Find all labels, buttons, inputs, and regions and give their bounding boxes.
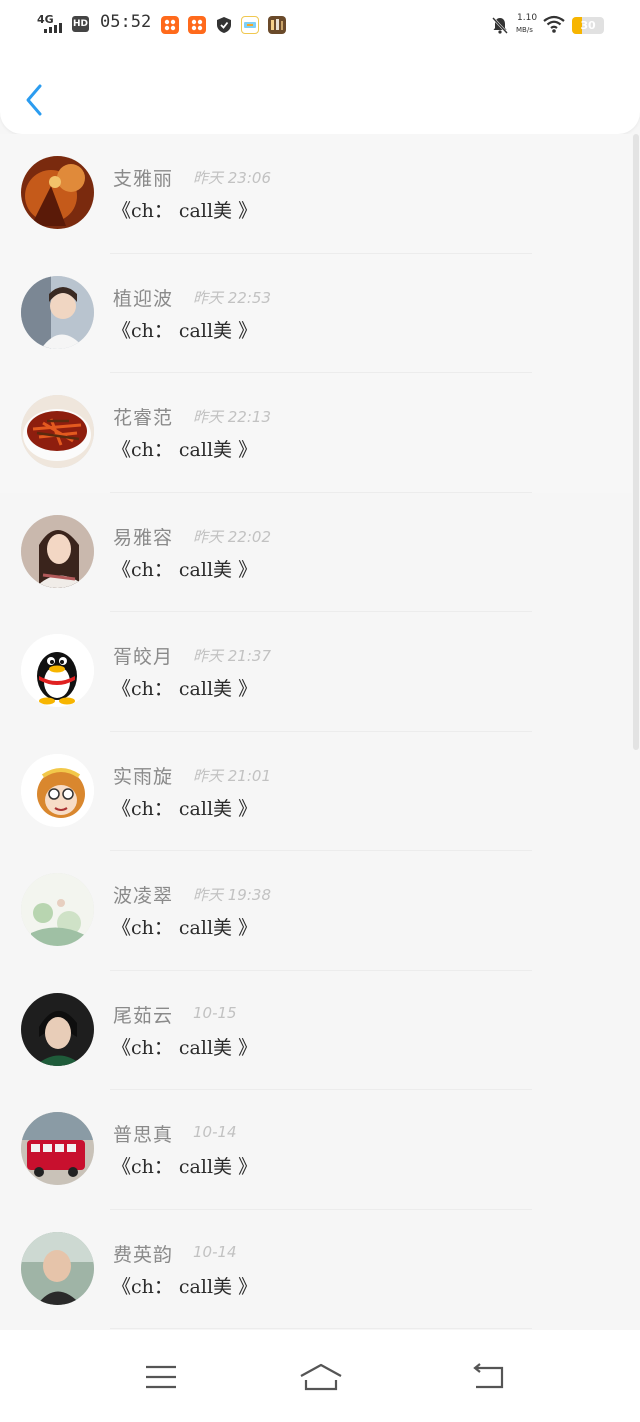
wifi-icon [542,14,566,38]
back-button[interactable] [20,80,50,120]
contact-name: 费英韵 [113,1243,174,1266]
battery-text: 30 [580,19,596,32]
avatar[interactable] [21,156,94,229]
message-time: 10-14 [193,1123,237,1141]
message-preview: 《ch： call美 》 [112,1156,258,1178]
message-preview: 《ch： call美 》 [112,319,258,342]
contact-name: 花睿范 [113,407,174,429]
app-notification-icon [188,16,206,34]
app-notification-icon [161,16,179,34]
list-item[interactable]: 波凌翠 昨天 19:38 《ch： call美 》 [0,851,632,971]
avatar[interactable] [21,275,94,349]
message-preview: 《ch： call美 》 [112,558,258,581]
message-preview: 《ch： call美 》 [112,1036,258,1059]
avatar[interactable] [21,753,94,827]
menu-button[interactable] [142,1362,182,1392]
contact-name: 胥皎月 [113,646,174,668]
message-preview: 《ch： call美 》 [112,200,258,222]
contact-name: 支雅丽 [113,168,174,190]
message-time: 10-14 [193,1242,237,1261]
message-time: 昨天 21:01 [193,766,271,785]
message-time: 10-15 [193,1003,237,1022]
list-item[interactable]: 普思真 10-14 《ch： call美 》 [0,1090,632,1210]
message-time: 昨天 22:53 [193,288,271,307]
mute-icon [490,15,510,39]
status-time: 05:52 [100,12,152,32]
message-preview: 《ch： call美 》 [112,439,258,461]
contact-name: 植迎波 [113,287,174,310]
app-notification-icon [268,16,286,34]
home-icon [300,1363,342,1391]
system-nav-bar [0,1330,640,1422]
conversation-list: 支雅丽 昨天 23:06 《ch： call美 》 植迎波 昨天 22:53 《… [0,134,632,1329]
home-button[interactable] [298,1362,344,1392]
list-item[interactable]: 易雅容 昨天 22:02 《ch： call美 》 [0,493,632,612]
list-item[interactable]: 植迎波 昨天 22:53 《ch： call美 》 [0,253,632,373]
contact-name: 普思真 [113,1124,174,1146]
list-item[interactable]: 胥皎月 昨天 21:37 《ch： call美 》 [0,612,632,732]
avatar[interactable] [21,1112,94,1185]
back-nav-button[interactable] [470,1362,510,1392]
header: 4G HD 05:52 1.10 MB/s 30 [0,0,640,134]
message-time: 昨天 22:13 [193,408,271,426]
shield-icon [215,16,233,34]
net-speed-value: 1.10 [517,13,538,23]
message-time: 昨天 23:06 [193,169,271,187]
avatar[interactable] [21,992,94,1066]
contact-name: 尾茹云 [113,1004,174,1027]
list-item[interactable]: 支雅丽 昨天 23:06 《ch： call美 》 [0,134,632,254]
contact-name: 易雅容 [113,526,174,549]
avatar[interactable] [21,1231,94,1305]
chevron-left-icon [26,84,42,116]
divider [110,1328,532,1329]
avatar[interactable] [21,873,94,946]
penguin-icon [21,634,94,707]
list-item[interactable]: 实雨旋 昨天 21:01 《ch： call美 》 [0,732,632,851]
avatar[interactable] [21,634,94,707]
message-preview: 《ch： call美 》 [112,797,258,820]
message-preview: 《ch： call美 》 [112,917,258,939]
menu-icon [146,1365,176,1389]
app-notification-icon [241,16,259,34]
message-preview: 《ch： call美 》 [112,1275,258,1298]
avatar[interactable] [21,514,94,588]
signal-icon [44,22,62,33]
scrollbar-thumb[interactable] [633,134,639,750]
list-item[interactable]: 费英韵 10-14 《ch： call美 》 [0,1210,632,1329]
list-item[interactable]: 尾茹云 10-15 《ch： call美 》 [0,971,632,1090]
hd-badge: HD [72,16,89,32]
list-item[interactable]: 花睿范 昨天 22:13 《ch： call美 》 [0,373,632,493]
contact-name: 实雨旋 [113,765,174,788]
message-time: 昨天 21:37 [193,647,271,665]
status-bar: 4G HD 05:52 1.10 MB/s 30 [0,0,640,50]
scrollbar[interactable] [632,134,640,1324]
contact-name: 波凌翠 [113,885,174,907]
net-speed-unit: MB/s [516,26,533,34]
battery-icon: 30 [572,17,604,34]
avatar[interactable] [21,395,94,468]
message-time: 昨天 19:38 [193,886,271,904]
message-time: 昨天 22:02 [193,527,271,546]
message-preview: 《ch： call美 》 [112,678,258,700]
back-arrow-icon [473,1363,504,1389]
